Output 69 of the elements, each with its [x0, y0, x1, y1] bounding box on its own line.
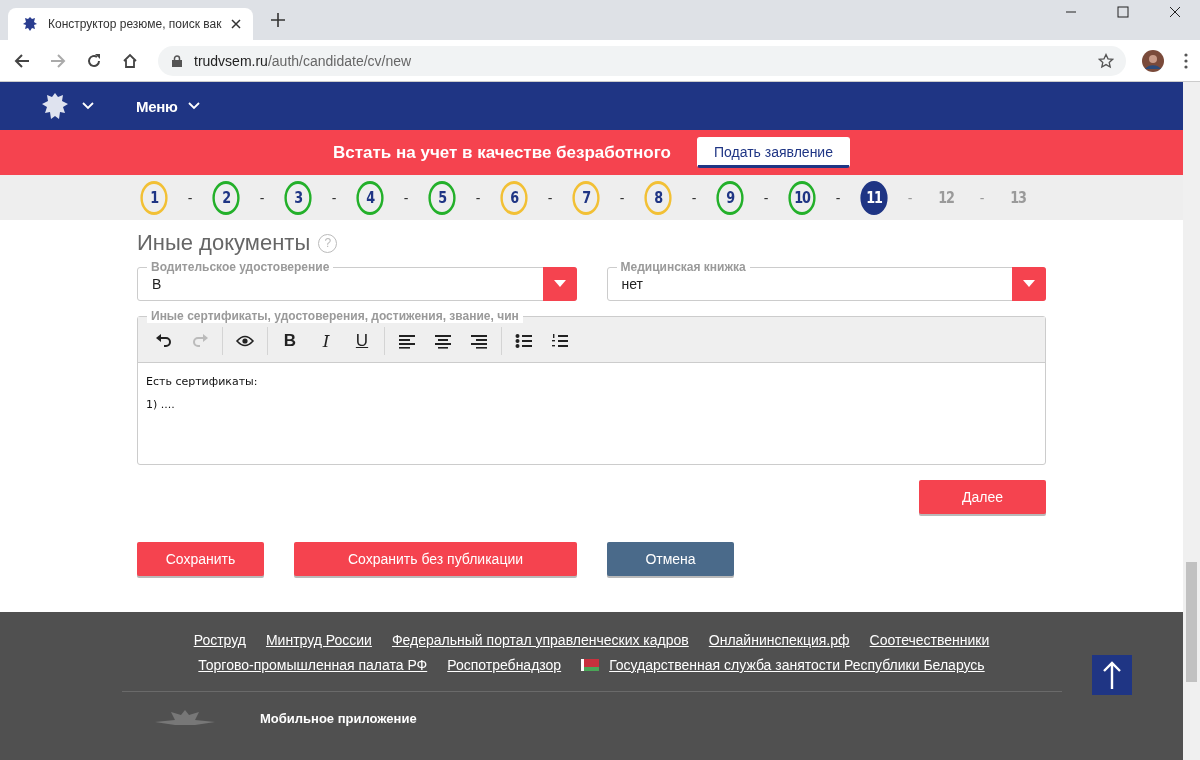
- close-icon[interactable]: [231, 19, 242, 29]
- footer-link[interactable]: Соотечественники: [869, 632, 990, 648]
- step-separator: -: [978, 189, 986, 206]
- next-button[interactable]: Далее: [919, 480, 1046, 514]
- footer-link[interactable]: Роспотребнадзор: [447, 657, 562, 673]
- arrow-up-icon: [1102, 660, 1122, 690]
- underline-button[interactable]: U: [348, 326, 376, 355]
- avatar-icon[interactable]: [1142, 49, 1164, 72]
- step-indicator[interactable]: 8: [644, 180, 672, 215]
- home-icon[interactable]: [122, 52, 138, 69]
- editor-text: 1) ....: [146, 398, 176, 411]
- menu-button[interactable]: Меню: [136, 97, 200, 115]
- step-separator: -: [186, 189, 194, 206]
- italic-button[interactable]: I: [312, 326, 340, 355]
- field-label: Водительское удостоверение: [147, 260, 334, 274]
- new-tab-icon[interactable]: [271, 13, 286, 27]
- footer-link[interactable]: Роструд: [193, 632, 246, 648]
- chevron-down-icon: [187, 102, 200, 110]
- footer-link[interactable]: Торгово-промышленная палата РФ: [198, 657, 428, 673]
- step-indicator[interactable]: 4: [356, 180, 384, 215]
- save-button[interactable]: Сохранить: [137, 542, 264, 576]
- step-indicator[interactable]: 6: [500, 180, 528, 215]
- step-separator: -: [834, 189, 842, 206]
- step-indicator[interactable]: 7: [572, 180, 600, 215]
- step-indicator[interactable]: 3: [284, 180, 312, 215]
- more-icon[interactable]: [1184, 52, 1188, 69]
- step-indicator[interactable]: 5: [428, 180, 456, 215]
- star-icon[interactable]: [1098, 52, 1114, 69]
- banner-text: Встать на учет в качестве безработного: [333, 142, 671, 163]
- step-separator: -: [762, 189, 770, 206]
- editor-text: Есть сертификаты:: [146, 375, 259, 388]
- dropdown-icon[interactable]: [542, 267, 577, 301]
- cancel-button[interactable]: Отмена: [607, 542, 734, 576]
- address-bar[interactable]: trudvsem.ru/auth/candidate/cv/new: [158, 45, 1126, 76]
- flag-icon: [581, 659, 600, 671]
- field-label: Иные сертификаты, удостоверения, достижения, звание, чин: [147, 309, 523, 323]
- footer-link[interactable]: Федеральный портал управленческих кадров: [391, 632, 689, 648]
- dropdown-icon[interactable]: [1012, 267, 1046, 301]
- step-separator: -: [690, 189, 698, 206]
- chevron-down-icon[interactable]: [82, 102, 94, 110]
- section-title: Иные документы: [137, 230, 311, 256]
- tab-title: Конструктор резюме, поиск вак: [48, 17, 222, 31]
- step-indicator[interactable]: 10: [788, 180, 816, 215]
- maximize-icon[interactable]: [1117, 6, 1129, 18]
- app-title: Мобильное приложение: [260, 710, 417, 726]
- browser-tab[interactable]: Конструктор резюме, поиск вак: [8, 8, 254, 40]
- footer-link[interactable]: Государственная служба занятости Республики Беларусь: [609, 657, 985, 673]
- footer-link[interactable]: Минтруд России: [265, 632, 372, 648]
- step-indicator[interactable]: 1: [140, 180, 168, 215]
- step-indicator[interactable]: 2: [212, 180, 240, 215]
- reload-icon[interactable]: [86, 52, 102, 69]
- step-separator: -: [618, 189, 626, 206]
- lock-icon: [172, 54, 182, 67]
- step-separator: -: [402, 189, 410, 206]
- back-icon[interactable]: [14, 52, 30, 69]
- step-indicator[interactable]: 11: [860, 180, 888, 215]
- footer-link[interactable]: Онлайнинспекция.рф: [708, 632, 850, 648]
- save-button[interactable]: Сохранить без публикации: [294, 542, 577, 576]
- scroll-top-button[interactable]: [1092, 655, 1132, 695]
- apply-button[interactable]: Подать заявление: [697, 137, 850, 168]
- step-separator: -: [474, 189, 482, 206]
- bold-button[interactable]: B: [276, 326, 304, 355]
- step-separator: -: [330, 189, 338, 206]
- step-separator: -: [906, 189, 914, 206]
- step-separator: -: [546, 189, 554, 206]
- close-icon[interactable]: [1169, 6, 1181, 18]
- field-label: Медицинская книжка: [616, 260, 750, 274]
- step-separator: -: [258, 189, 266, 206]
- step-indicator[interactable]: 9: [716, 180, 744, 215]
